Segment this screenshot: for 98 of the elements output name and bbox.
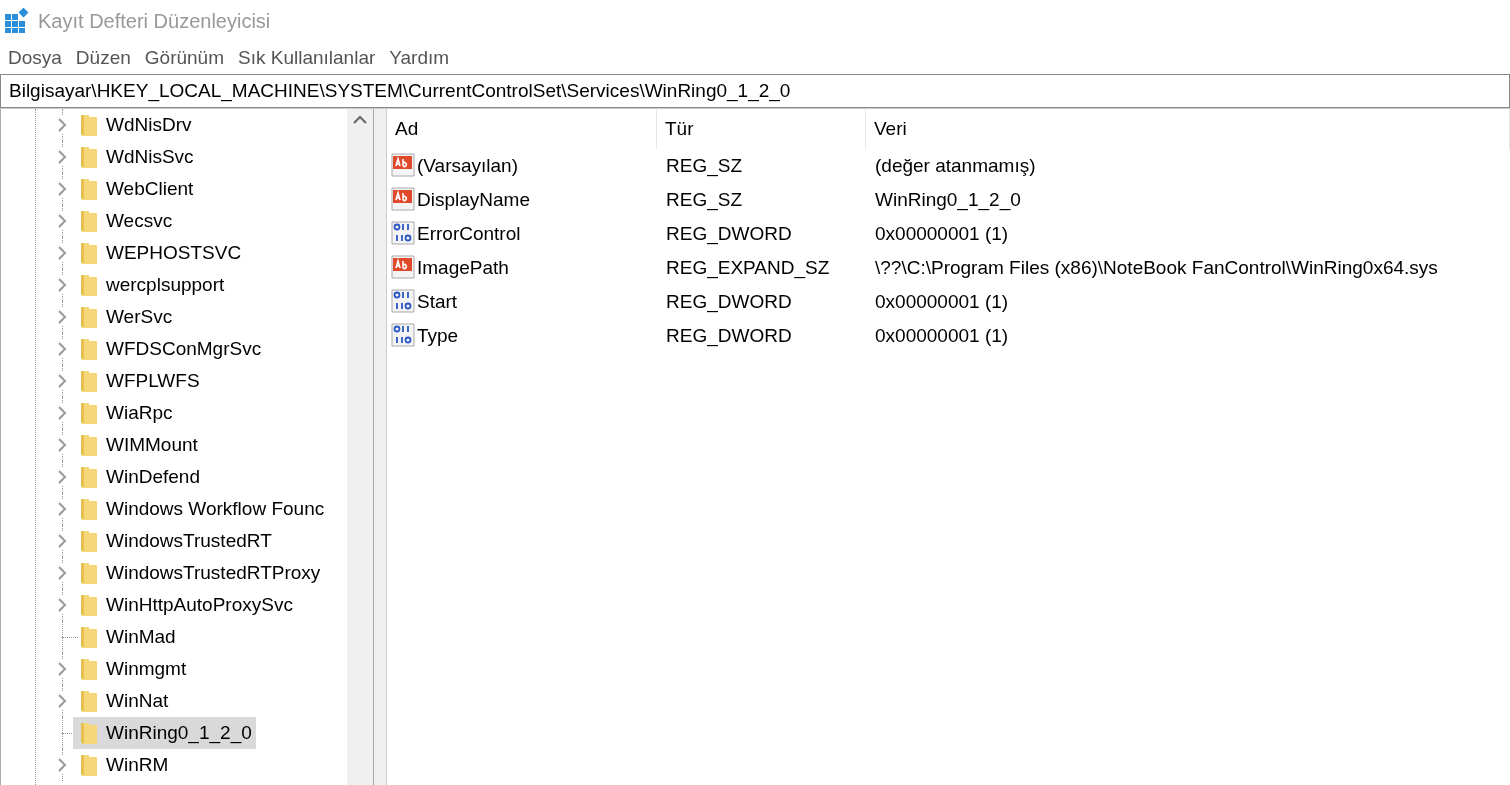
chevron-right-icon[interactable] (57, 278, 67, 292)
tree-item[interactable]: WerSvc (106, 306, 173, 328)
chevron-right-icon[interactable] (57, 246, 67, 260)
binary-value-icon (391, 221, 415, 247)
string-value-icon (391, 187, 415, 213)
binary-value-icon (391, 323, 415, 349)
window-title: Kayıt Defteri Düzenleyicisi (38, 9, 271, 33)
tree-item[interactable]: WinMad (106, 626, 176, 648)
tree-item[interactable]: WinNat (106, 690, 169, 712)
tree-item[interactable]: WEPHOSTSVC (106, 242, 242, 264)
chevron-right-icon[interactable] (57, 502, 67, 516)
menu-item[interactable]: Düzen (75, 47, 131, 69)
chevron-right-icon[interactable] (57, 534, 67, 548)
value-type: REG_EXPAND_SZ (665, 257, 831, 279)
tree-item[interactable]: WinHttpAutoProxySvc (106, 594, 293, 616)
chevron-right-icon[interactable] (57, 310, 67, 324)
chevron-right-icon[interactable] (57, 662, 67, 676)
scrollbar[interactable] (347, 109, 373, 785)
tree-item[interactable]: WindowsTrustedRTProxy (106, 562, 321, 584)
tree-item[interactable]: Winmgmt (106, 658, 187, 680)
binary-value-icon (391, 289, 415, 315)
tree-item[interactable]: Wecsvc (106, 210, 173, 232)
folder-icon (81, 722, 97, 744)
folder-icon (81, 690, 97, 712)
string-value-icon (391, 255, 415, 281)
tree-item[interactable]: WdNisDrv (106, 114, 192, 136)
chevron-right-icon[interactable] (57, 470, 67, 484)
tree-item[interactable]: WFPLWFS (106, 370, 200, 392)
value-data: \??\C:\Program Files (x86)\NoteBook FanControl\WinRing0x64.sys (874, 257, 1439, 279)
value-name: Start (417, 291, 458, 313)
menu-item[interactable]: Görünüm (144, 47, 224, 69)
folder-icon (81, 626, 97, 648)
tree-item[interactable]: WFDSConMgrSvc (106, 338, 262, 360)
folder-icon (81, 498, 97, 520)
chevron-right-icon[interactable] (57, 438, 67, 452)
value-data: 0x00000001 (1) (874, 325, 1010, 347)
address-field[interactable]: Bilgisayar\HKEY_LOCAL_MACHINE\SYSTEM\CurrentControlSet\Services\WinRing0_1_2_0 (0, 74, 1510, 108)
tree-item[interactable]: WIMMount (106, 434, 198, 456)
column-header[interactable]: Tür (657, 109, 866, 149)
value-type: REG_DWORD (665, 223, 793, 245)
folder-icon (81, 562, 97, 584)
folder-icon (81, 210, 97, 232)
folder-icon (81, 658, 97, 680)
chevron-right-icon[interactable] (57, 694, 67, 708)
value-name: DisplayName (417, 189, 530, 211)
pane-splitter[interactable] (373, 109, 387, 785)
tree-item[interactable]: WebClient (106, 178, 194, 200)
folder-icon (81, 178, 97, 200)
tree-item[interactable]: WiaRpc (106, 402, 173, 424)
folder-icon (81, 338, 97, 360)
chevron-right-icon[interactable] (57, 598, 67, 612)
chevron-right-icon[interactable] (57, 214, 67, 228)
value-type: REG_DWORD (665, 291, 793, 313)
value-data: 0x00000001 (1) (874, 223, 1010, 245)
column-header[interactable]: Ad (387, 109, 657, 149)
scroll-up-icon[interactable] (353, 115, 367, 124)
value-type: REG_SZ (665, 155, 744, 177)
chevron-right-icon[interactable] (57, 150, 67, 164)
registry-editor-icon (4, 8, 30, 34)
menu-item[interactable]: Yardım (389, 47, 450, 69)
folder-icon (81, 434, 97, 456)
tree-item[interactable]: WinRM (106, 754, 169, 776)
folder-icon (81, 306, 97, 328)
menu-item[interactable]: Dosya (8, 47, 62, 69)
folder-icon (81, 146, 97, 168)
value-name: ErrorControl (417, 223, 521, 245)
string-value-icon (391, 153, 415, 179)
column-header[interactable]: Veri (866, 109, 1510, 149)
tree-item[interactable]: wercplsupport (106, 274, 225, 296)
value-type: REG_SZ (665, 189, 744, 211)
chevron-right-icon[interactable] (57, 118, 67, 132)
folder-icon (81, 530, 97, 552)
folder-icon (81, 594, 97, 616)
chevron-right-icon[interactable] (57, 566, 67, 580)
folder-icon (81, 370, 97, 392)
value-name: Type (417, 325, 459, 347)
tree-item[interactable]: WdNisSvc (106, 146, 194, 168)
value-data: (değer atanmamış) (874, 155, 1037, 177)
chevron-right-icon[interactable] (57, 406, 67, 420)
chevron-right-icon[interactable] (57, 342, 67, 356)
tree-item[interactable]: Windows Workflow Founc (106, 498, 325, 520)
value-name: ImagePath (417, 257, 509, 279)
chevron-right-icon[interactable] (57, 758, 67, 772)
value-type: REG_DWORD (665, 325, 793, 347)
folder-icon (81, 754, 97, 776)
value-data: WinRing0_1_2_0 (874, 189, 1022, 211)
value-name: (Varsayılan) (417, 155, 518, 177)
chevron-right-icon[interactable] (57, 374, 67, 388)
menu-item[interactable]: Sık Kullanılanlar (238, 47, 376, 69)
chevron-right-icon[interactable] (57, 182, 67, 196)
folder-icon (81, 242, 97, 264)
folder-icon (81, 114, 97, 136)
folder-icon (81, 274, 97, 296)
folder-icon (81, 466, 97, 488)
tree-item[interactable]: WindowsTrustedRT (106, 530, 272, 552)
tree-item[interactable]: WinDefend (106, 466, 200, 488)
folder-icon (81, 402, 97, 424)
value-data: 0x00000001 (1) (874, 291, 1010, 313)
